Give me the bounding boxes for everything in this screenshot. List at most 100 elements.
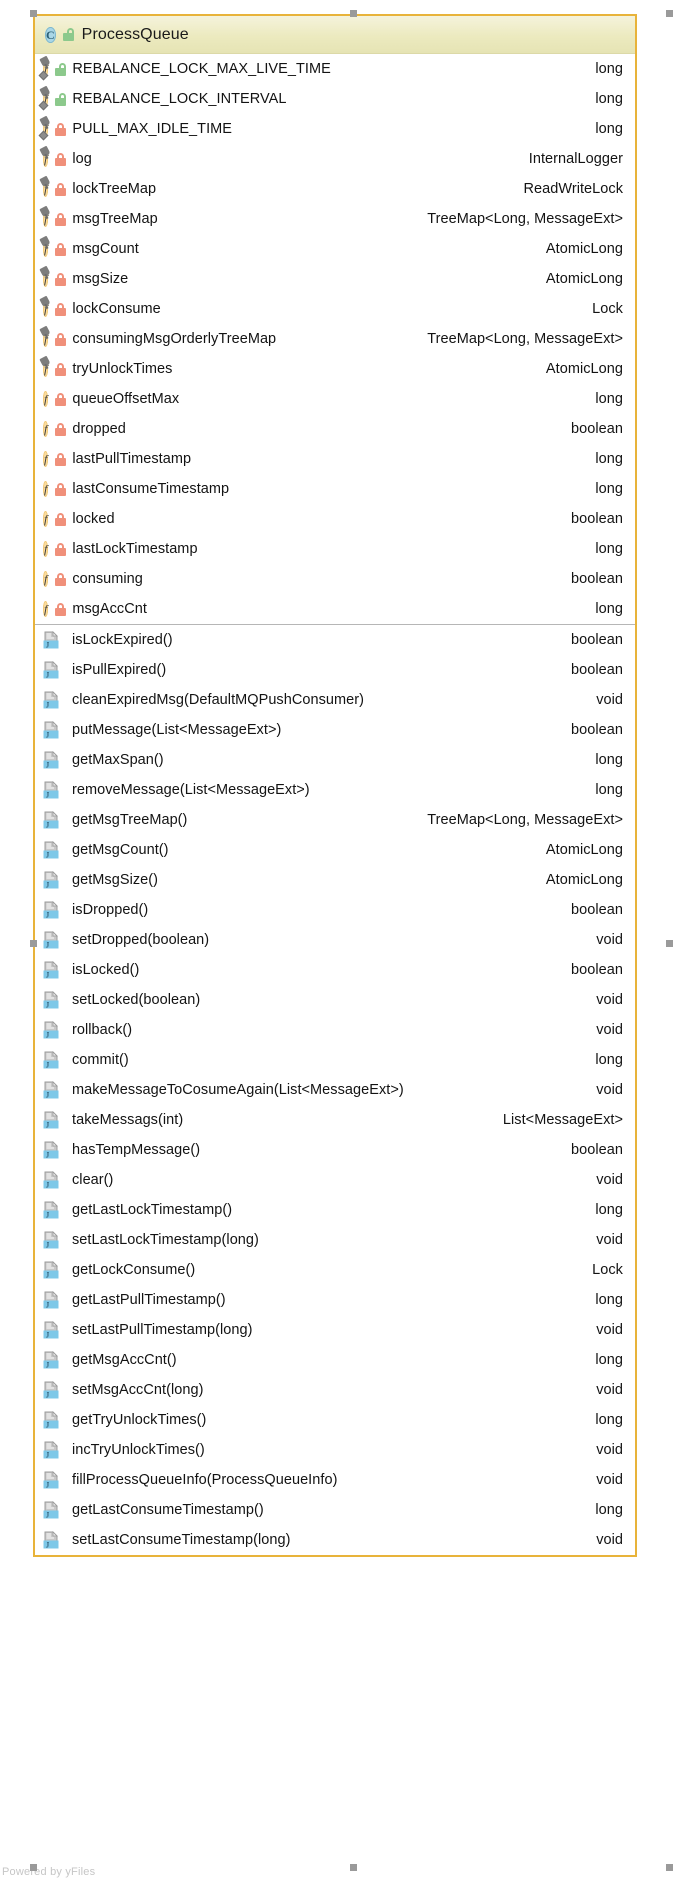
uml-class-header[interactable]: C ProcessQueue [35, 16, 635, 54]
field-row[interactable]: f msgSize AtomicLong [35, 264, 635, 294]
method-return-type: long [595, 1502, 623, 1518]
method-row[interactable]: Jclear() void [35, 1165, 635, 1195]
method-icon: J [43, 630, 60, 650]
method-row[interactable]: JremoveMessage(List<MessageExt>) long [35, 775, 635, 805]
field-row[interactable]: f REBALANCE_LOCK_MAX_LIVE_TIME long [35, 54, 635, 84]
method-row[interactable]: JisDropped() boolean [35, 895, 635, 925]
field-row[interactable]: f msgCount AtomicLong [35, 234, 635, 264]
field-static-icon: f [39, 295, 51, 318]
method-row[interactable]: Jcommit() long [35, 1045, 635, 1075]
method-icon: J [43, 990, 60, 1010]
field-icon: f [43, 601, 49, 617]
svg-text:J: J [46, 1480, 49, 1489]
method-row[interactable]: JgetMaxSpan() long [35, 745, 635, 775]
method-name: takeMessags(int) [72, 1112, 184, 1128]
svg-text:J: J [46, 1360, 49, 1369]
field-row[interactable]: f lastConsumeTimestamp long [35, 474, 635, 504]
unlocked-padlock-icon [62, 28, 74, 41]
field-type: AtomicLong [545, 361, 623, 377]
method-return-type: void [596, 692, 623, 708]
field-type: long [595, 541, 623, 557]
field-row[interactable]: f log InternalLogger [35, 144, 635, 174]
method-row[interactable]: JincTryUnlockTimes() void [35, 1435, 635, 1465]
field-row[interactable]: f lastLockTimestamp long [35, 534, 635, 564]
method-row[interactable]: JmakeMessageToCosumeAgain(List<MessageEx… [35, 1075, 635, 1105]
field-row[interactable]: f REBALANCE_LOCK_INTERVAL long [35, 84, 635, 114]
selection-handle-middle-left[interactable] [30, 940, 37, 947]
svg-text:J: J [46, 940, 49, 949]
uml-class-node[interactable]: C ProcessQueue f REBALANCE_LOCK_MAX_LIVE_… [33, 14, 637, 1557]
selection-handle-bottom-center[interactable] [350, 1864, 357, 1871]
method-return-type: AtomicLong [545, 842, 623, 858]
selection-handle-bottom-right[interactable] [666, 1864, 673, 1871]
field-row[interactable]: f consuming boolean [35, 564, 635, 594]
method-row[interactable]: Jrollback() void [35, 1015, 635, 1045]
method-return-type: void [596, 1082, 623, 1098]
method-row[interactable]: JisPullExpired() boolean [35, 655, 635, 685]
locked-padlock-icon [55, 122, 67, 136]
field-static-icon: f [39, 175, 51, 198]
method-row[interactable]: JtakeMessags(int) List<MessageExt> [35, 1105, 635, 1135]
field-type: TreeMap<Long, MessageExt> [427, 211, 623, 227]
method-name: putMessage(List<MessageExt>) [72, 722, 282, 738]
method-row[interactable]: JisLocked() boolean [35, 955, 635, 985]
selection-handle-top-right[interactable] [666, 10, 673, 17]
field-row[interactable]: f consumingMsgOrderlyTreeMap TreeMap<Long,… [35, 324, 635, 354]
field-row[interactable]: f msgAccCnt long [35, 594, 635, 624]
method-row[interactable]: JgetMsgTreeMap() TreeMap<Long, MessageExt… [35, 805, 635, 835]
method-row[interactable]: JsetLocked(boolean) void [35, 985, 635, 1015]
method-row[interactable]: JgetMsgAccCnt() long [35, 1345, 635, 1375]
method-row[interactable]: JhasTempMessage() boolean [35, 1135, 635, 1165]
method-row[interactable]: JisLockExpired() boolean [35, 625, 635, 655]
selection-handle-bottom-left[interactable] [30, 1864, 37, 1871]
method-return-type: void [596, 1322, 623, 1338]
method-row[interactable]: JgetMsgSize() AtomicLong [35, 865, 635, 895]
method-icon: J [43, 1320, 60, 1340]
selection-handle-top-center[interactable] [350, 10, 357, 17]
method-row[interactable]: JgetLockConsume() Lock [35, 1255, 635, 1285]
locked-padlock-icon [55, 362, 67, 376]
method-row[interactable]: JgetLastConsumeTimestamp() long [35, 1495, 635, 1525]
field-row[interactable]: f lockTreeMap ReadWriteLock [35, 174, 635, 204]
selection-handle-top-left[interactable] [30, 10, 37, 17]
method-row[interactable]: JgetMsgCount() AtomicLong [35, 835, 635, 865]
method-row[interactable]: JsetLastConsumeTimestamp(long) void [35, 1525, 635, 1555]
field-type: long [595, 481, 623, 497]
field-name: lastLockTimestamp [72, 541, 198, 557]
method-row[interactable]: JgetLastPullTimestamp() long [35, 1285, 635, 1315]
field-row[interactable]: f locked boolean [35, 504, 635, 534]
method-row[interactable]: JgetLastLockTimestamp() long [35, 1195, 635, 1225]
field-row[interactable]: f queueOffsetMax long [35, 384, 635, 414]
field-row[interactable]: f PULL_MAX_IDLE_TIME long [35, 114, 635, 144]
method-row[interactable]: JgetTryUnlockTimes() long [35, 1405, 635, 1435]
method-return-type: void [596, 1022, 623, 1038]
method-row[interactable]: JfillProcessQueueInfo(ProcessQueueInfo) v… [35, 1465, 635, 1495]
method-row[interactable]: JcleanExpiredMsg(DefaultMQPushConsumer) v… [35, 685, 635, 715]
method-return-type: void [596, 1382, 623, 1398]
method-icon: J [43, 930, 60, 950]
method-icon: J [43, 1380, 60, 1400]
method-return-type: long [595, 1202, 623, 1218]
method-name: getMsgTreeMap() [72, 812, 188, 828]
field-row[interactable]: f lockConsume Lock [35, 294, 635, 324]
method-return-type: Lock [592, 1262, 623, 1278]
field-row[interactable]: f tryUnlockTimes AtomicLong [35, 354, 635, 384]
selection-handle-middle-right[interactable] [666, 940, 673, 947]
field-row[interactable]: f lastPullTimestamp long [35, 444, 635, 474]
method-icon: J [43, 960, 60, 980]
class-icon: C [45, 26, 56, 43]
field-static-final-icon: f [38, 115, 51, 141]
method-name: removeMessage(List<MessageExt>) [72, 782, 310, 798]
method-row[interactable]: JsetDropped(boolean) void [35, 925, 635, 955]
method-row[interactable]: JsetLastLockTimestamp(long) void [35, 1225, 635, 1255]
field-row[interactable]: f msgTreeMap TreeMap<Long, MessageExt> [35, 204, 635, 234]
method-row[interactable]: JputMessage(List<MessageExt>) boolean [35, 715, 635, 745]
method-row[interactable]: JsetLastPullTimestamp(long) void [35, 1315, 635, 1345]
field-row[interactable]: f dropped boolean [35, 414, 635, 444]
methods-section: JisLockExpired() boolean JisPullExpired() b… [35, 624, 635, 1555]
method-name: getMaxSpan() [72, 752, 164, 768]
field-type: long [595, 601, 623, 617]
method-row[interactable]: JsetMsgAccCnt(long) void [35, 1375, 635, 1405]
method-name: makeMessageToCosumeAgain(List<MessageExt… [72, 1082, 404, 1098]
method-return-type: void [596, 1172, 623, 1188]
